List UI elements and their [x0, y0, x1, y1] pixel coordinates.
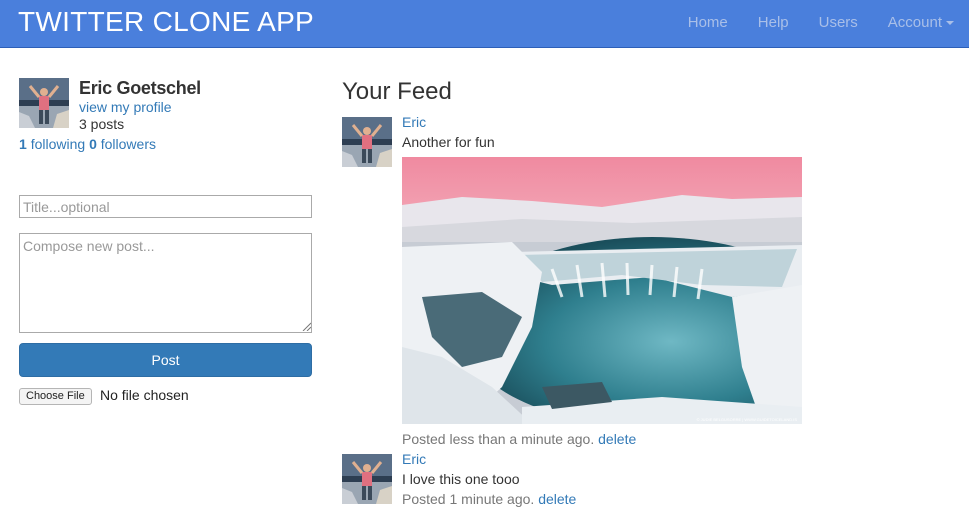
posts-count: 3 posts: [79, 116, 125, 132]
delete-post-link[interactable]: delete: [538, 491, 576, 507]
nav-help[interactable]: Help: [743, 0, 804, 48]
post-author-link[interactable]: Eric: [402, 114, 426, 130]
resize-grip-icon[interactable]: [301, 321, 311, 331]
choose-file-button[interactable]: Choose File: [19, 388, 92, 405]
nav-account-label: Account: [887, 14, 942, 31]
caret-down-icon: [946, 21, 954, 26]
post-button[interactable]: Post: [19, 343, 312, 377]
post-meta: Posted less than a minute ago. delete: [402, 431, 636, 447]
post-author-link[interactable]: Eric: [402, 451, 426, 467]
post-avatar[interactable]: [342, 454, 392, 504]
image-credit: © JUDIE BELGUSORRE | WWW.GUIDETOICELAND.…: [697, 417, 798, 422]
feed-title: Your Feed: [342, 78, 452, 105]
delete-post-link[interactable]: delete: [598, 431, 636, 447]
profile-name: Eric Goetschel: [79, 78, 201, 98]
profile-avatar[interactable]: [19, 78, 69, 128]
nav-home[interactable]: Home: [673, 0, 743, 48]
nav-menu: Home Help Users Account: [673, 0, 969, 48]
post-content: I love this one tooo: [402, 471, 520, 487]
view-profile-link[interactable]: view my profile: [79, 99, 172, 115]
navbar: TWITTER CLONE APP Home Help Users Accoun…: [0, 0, 969, 48]
nav-users[interactable]: Users: [804, 0, 873, 48]
compose-post-textarea[interactable]: [19, 233, 312, 333]
post-timestamp: Posted less than a minute ago.: [402, 431, 595, 447]
following-link[interactable]: 1 following: [19, 136, 85, 152]
post-avatar[interactable]: [342, 117, 392, 167]
follow-stats: 1 following 0 followers: [19, 136, 156, 152]
brand-logo[interactable]: TWITTER CLONE APP: [18, 6, 314, 38]
post-meta: Posted 1 minute ago. delete: [402, 491, 576, 507]
file-status: No file chosen: [100, 387, 189, 403]
post-timestamp: Posted 1 minute ago.: [402, 491, 535, 507]
post-title-input[interactable]: [19, 195, 312, 218]
post-content: Another for fun: [402, 134, 495, 150]
post-image[interactable]: © JUDIE BELGUSORRE | WWW.GUIDETOICELAND.…: [402, 157, 802, 424]
nav-account[interactable]: Account: [873, 0, 969, 48]
followers-link[interactable]: 0 followers: [89, 136, 156, 152]
